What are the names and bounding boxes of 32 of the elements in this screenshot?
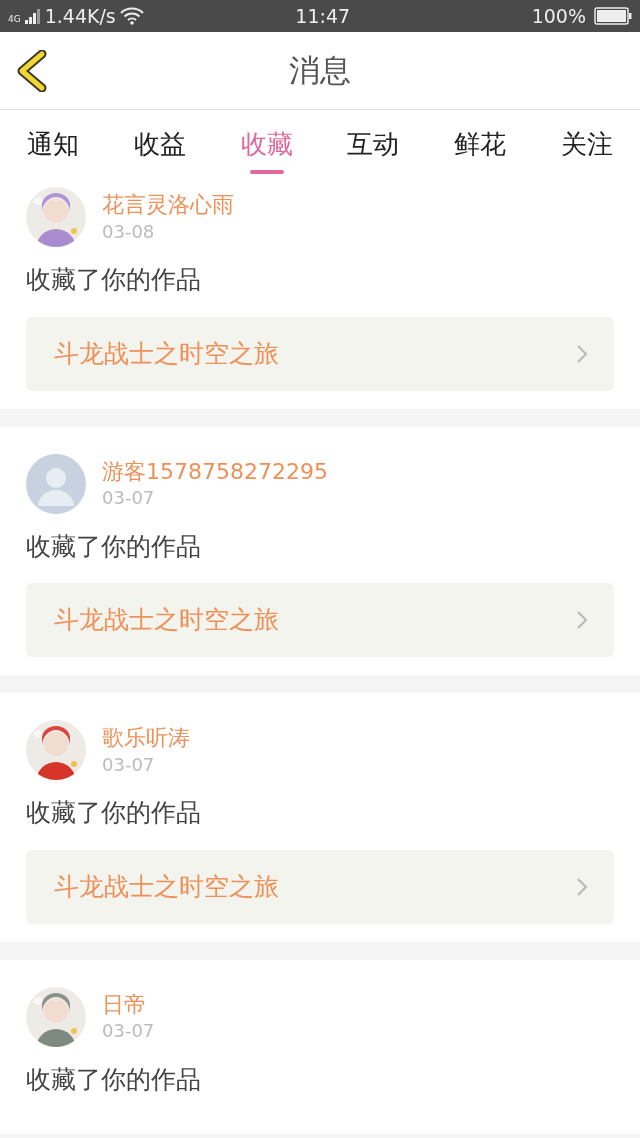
tab[interactable]: 鲜花 <box>453 125 506 174</box>
message-text: 收藏了你的作品 <box>26 264 202 296</box>
user-name[interactable]: 花言灵洛心雨 <box>102 191 234 220</box>
work-link[interactable]: 斗龙战士之时空之旅 <box>26 849 614 924</box>
user-name[interactable]: 游客1578758272295 <box>102 457 328 487</box>
page-title: 消息 <box>289 51 351 91</box>
work-link[interactable]: 斗龙战士之时空之旅 <box>26 583 614 657</box>
message-text: 收藏了你的作品 <box>26 797 202 829</box>
network-speed: 1.44K/s <box>44 3 116 29</box>
tab[interactable]: 收益 <box>134 125 186 174</box>
chevron-right-icon <box>576 343 588 364</box>
user-name[interactable]: 日帝 <box>102 990 155 1020</box>
network-label: 4G <box>8 15 21 24</box>
message-text: 收藏了你的作品 <box>26 1063 202 1096</box>
tab[interactable]: 关注 <box>560 125 613 174</box>
work-link[interactable]: 斗龙战士之时空之旅 <box>26 316 614 391</box>
clock: 11:47 <box>295 3 351 29</box>
message-date: 03-08 <box>102 219 156 243</box>
message-text: 收藏了你的作品 <box>26 530 202 563</box>
user-name[interactable]: 歌乐听涛 <box>102 724 190 753</box>
tab[interactable]: 收藏 <box>240 125 293 174</box>
chevron-right-icon <box>576 610 588 630</box>
battery-percent: 100% <box>531 3 586 29</box>
message-date: 03-07 <box>102 752 156 776</box>
message-date: 03-07 <box>102 486 156 510</box>
battery-icon <box>594 7 632 25</box>
wifi-icon <box>119 7 144 25</box>
chevron-right-icon <box>576 876 588 897</box>
message-date: 03-07 <box>102 1019 155 1043</box>
tab[interactable]: 通知 <box>27 125 80 174</box>
tab[interactable]: 互动 <box>347 125 400 174</box>
signal-icon <box>24 8 41 24</box>
